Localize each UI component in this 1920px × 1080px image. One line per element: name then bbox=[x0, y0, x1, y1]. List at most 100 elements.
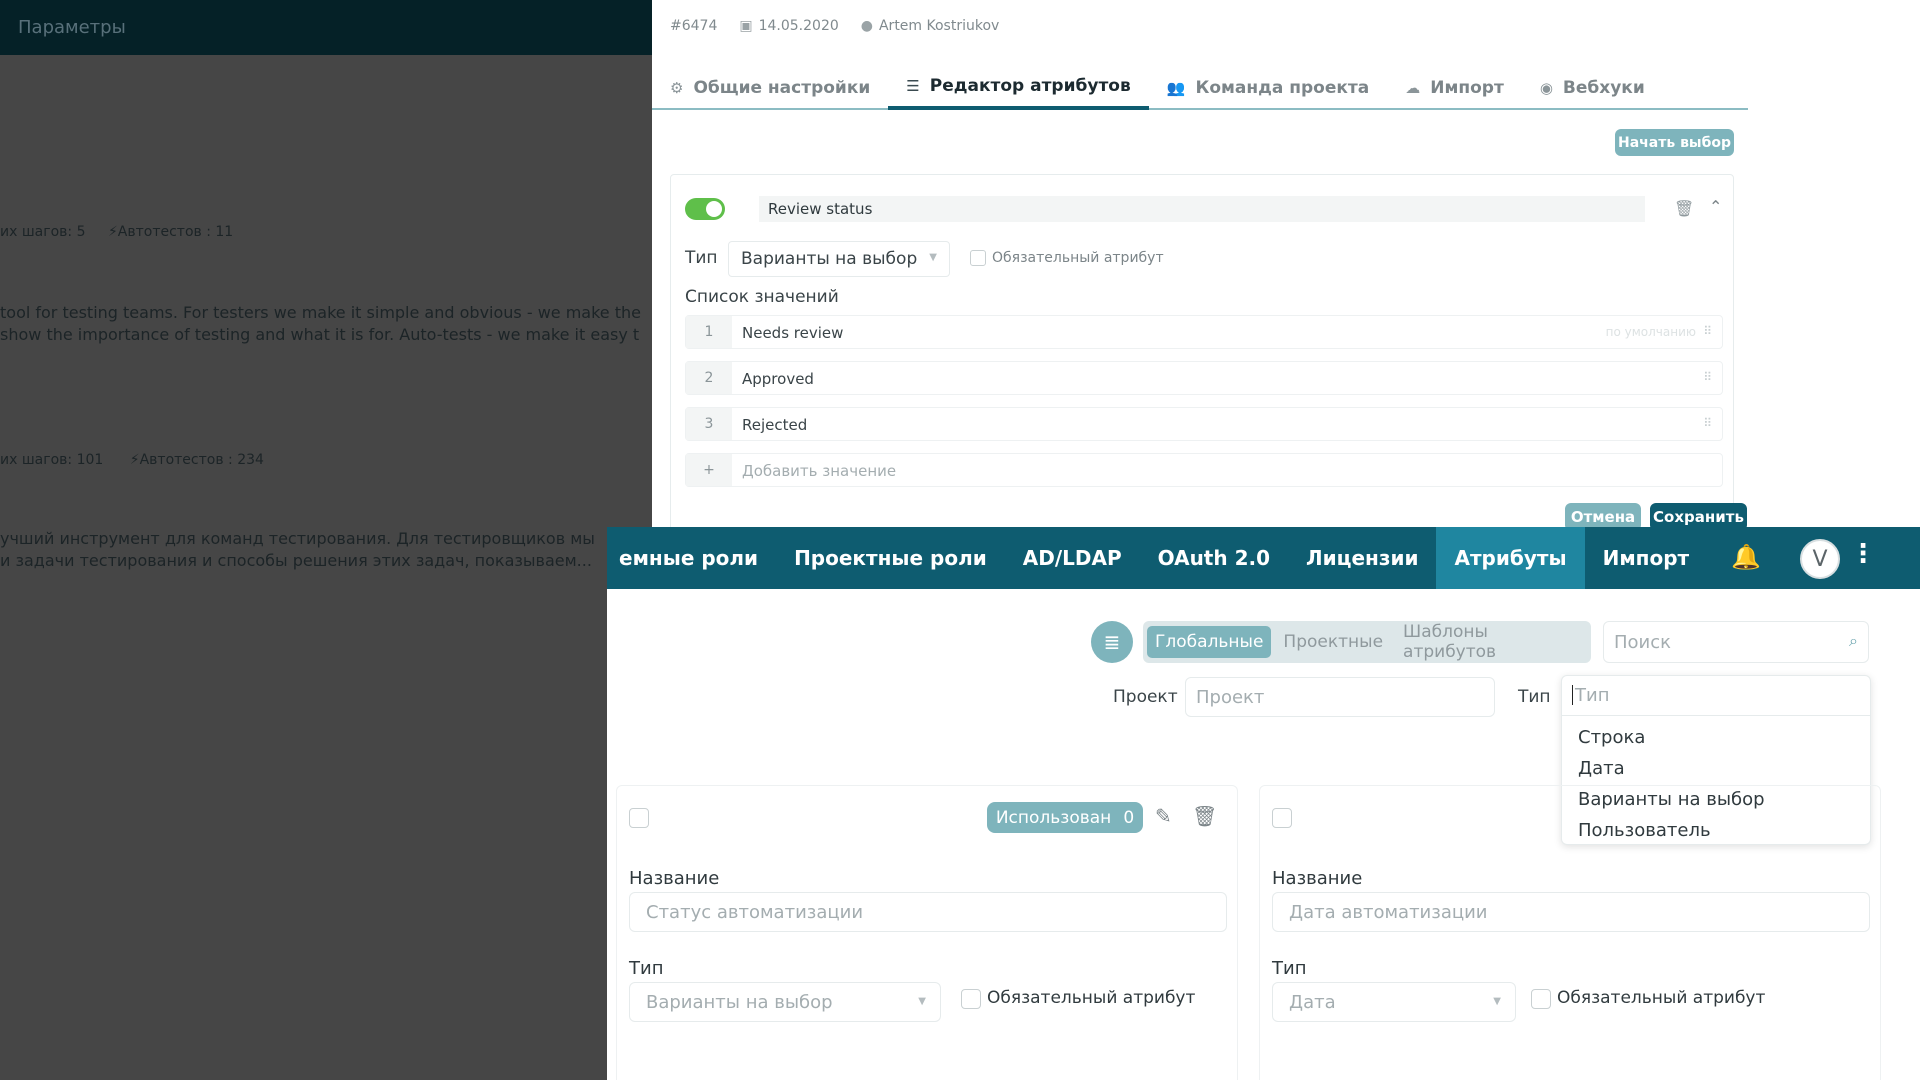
tab-import[interactable]: ☁ Импорт bbox=[1387, 58, 1522, 110]
type-option-string[interactable]: Строка bbox=[1562, 722, 1870, 753]
chevron-up-icon[interactable]: ⌃ bbox=[1709, 197, 1722, 216]
project-1-description-line-2: show the importance of testing and what … bbox=[0, 325, 640, 344]
project-author: Artem Kostriukov bbox=[878, 18, 1000, 34]
edit-icon[interactable]: ✎ bbox=[1155, 804, 1172, 828]
nav-item-attributes[interactable]: Атрибуты bbox=[1436, 527, 1585, 589]
type-filter-placeholder: Тип bbox=[1575, 685, 1610, 706]
project-2-autotests: Автотестов : 234 bbox=[139, 452, 264, 468]
default-label: по умолчанию bbox=[1605, 325, 1696, 339]
value-number: 1 bbox=[686, 316, 732, 348]
required-checkbox[interactable] bbox=[961, 989, 981, 1009]
project-date: 14.05.2020 bbox=[758, 18, 839, 34]
name-input[interactable]: Дата автоматизации bbox=[1272, 892, 1870, 932]
value-text: Rejected bbox=[742, 416, 808, 434]
nav-item-project-roles[interactable]: Проектные роли bbox=[776, 527, 1005, 589]
nav-item-import[interactable]: Импорт bbox=[1585, 527, 1708, 589]
attribute-name-input[interactable]: Review status bbox=[759, 196, 1645, 222]
filter-list-button[interactable]: ≣ bbox=[1091, 621, 1133, 663]
attribute-card: Название Дата автоматизации Тип Дата ▼ О… bbox=[1259, 785, 1881, 1080]
value-number: 2 bbox=[686, 362, 732, 394]
project-settings-panel: #6474 ▣ 14.05.2020 ● Artem Kostriukov ⚙ Общ… bbox=[652, 0, 1920, 540]
required-checkbox[interactable] bbox=[1531, 989, 1551, 1009]
project-1-description-line-1: tool for testing teams. For testers we m… bbox=[0, 303, 641, 322]
name-label: Название bbox=[629, 868, 720, 889]
plus-icon: + bbox=[686, 454, 732, 486]
type-select[interactable]: Дата ▼ bbox=[1272, 982, 1516, 1022]
attribute-card: Использован 0 ✎ 🗑 Название Статус автома… bbox=[616, 785, 1238, 1080]
values-list-title: Список значений bbox=[685, 287, 839, 307]
segment-project[interactable]: Проектные bbox=[1275, 626, 1391, 658]
add-value-row[interactable]: + Добавить значение bbox=[685, 453, 1723, 487]
team-icon: 👥 bbox=[1166, 79, 1186, 97]
drag-handle-icon[interactable]: ⠿ bbox=[1703, 370, 1712, 384]
chevron-down-icon: ▼ bbox=[918, 996, 926, 1007]
segment-global[interactable]: Глобальные bbox=[1147, 626, 1272, 658]
value-row[interactable]: 2 Approved ⠿ bbox=[685, 361, 1723, 395]
select-checkbox[interactable] bbox=[1272, 808, 1292, 828]
type-option-date[interactable]: Дата bbox=[1562, 753, 1870, 784]
used-count: 0 bbox=[1123, 807, 1135, 828]
name-placeholder: Дата автоматизации bbox=[1289, 902, 1488, 923]
project-1-steps: их шагов: 5 bbox=[0, 224, 86, 240]
drag-handle-icon[interactable]: ⠿ bbox=[1703, 324, 1712, 338]
type-filter-input[interactable]: Тип bbox=[1562, 676, 1870, 716]
attribute-enabled-toggle[interactable] bbox=[685, 198, 725, 220]
start-select-button[interactable]: Начать выбор bbox=[1615, 129, 1734, 156]
required-label: Обязательный атрибут bbox=[992, 250, 1164, 266]
select-checkbox[interactable] bbox=[629, 808, 649, 828]
trash-icon[interactable]: 🗑 bbox=[1192, 804, 1217, 828]
name-label: Название bbox=[1272, 868, 1363, 889]
project-id: #6474 bbox=[670, 18, 718, 34]
chevron-down-icon: ▼ bbox=[929, 252, 937, 263]
trash-icon[interactable]: 🗑 bbox=[1674, 199, 1694, 218]
background-projects-list: Параметры их шагов: 5 ⚡Автотестов : 11 t… bbox=[0, 0, 652, 1080]
project-1-stats: их шагов: 5 ⚡Автотестов : 11 bbox=[0, 224, 233, 240]
type-select-value: Варианты на выбор bbox=[741, 249, 918, 269]
more-vertical-icon[interactable]: ⋮ bbox=[1850, 539, 1876, 569]
admin-nav-bar: емные роли Проектные роли AD/LDAP OAuth … bbox=[607, 527, 1920, 589]
required-checkbox[interactable] bbox=[970, 250, 986, 266]
search-input[interactable]: Поиск ⌕ bbox=[1603, 621, 1869, 663]
project-1-autotests: Автотестов : 11 bbox=[117, 224, 234, 240]
admin-attributes-panel: емные роли Проектные роли AD/LDAP OAuth … bbox=[607, 527, 1920, 1080]
bell-icon[interactable]: 🔔 bbox=[1731, 543, 1761, 571]
type-filter-label: Тип bbox=[1518, 687, 1551, 707]
required-label: Обязательный атрибут bbox=[1557, 988, 1766, 1008]
backdrop-title: Параметры bbox=[18, 17, 126, 38]
name-input[interactable]: Статус автоматизации bbox=[629, 892, 1227, 932]
project-filter-input[interactable]: Проект bbox=[1185, 677, 1495, 717]
type-label: Тип bbox=[685, 248, 718, 268]
value-row[interactable]: 1 Needs review по умолчанию ⠿ bbox=[685, 315, 1723, 349]
type-select-value: Дата bbox=[1289, 992, 1336, 1013]
type-select[interactable]: Варианты на выбор ▼ bbox=[728, 241, 950, 277]
nav-item-licenses[interactable]: Лицензии bbox=[1288, 527, 1436, 589]
drag-handle-icon[interactable]: ⠿ bbox=[1703, 416, 1712, 430]
project-filter-label: Проект bbox=[1113, 687, 1178, 707]
segment-templates[interactable]: Шаблоны атрибутов bbox=[1395, 616, 1587, 668]
value-text: Approved bbox=[742, 370, 814, 388]
tab-attribute-editor[interactable]: ☰ Редактор атрибутов bbox=[888, 58, 1149, 110]
tab-general-settings[interactable]: ⚙ Общие настройки bbox=[652, 58, 888, 110]
nav-item-ad-ldap[interactable]: AD/LDAP bbox=[1005, 527, 1140, 589]
cloud-icon: ☁ bbox=[1405, 79, 1421, 97]
nav-item-system-roles[interactable]: емные роли bbox=[607, 527, 776, 589]
type-select[interactable]: Варианты на выбор ▼ bbox=[629, 982, 941, 1022]
tab-label: Редактор атрибутов bbox=[929, 76, 1131, 96]
value-number: 3 bbox=[686, 408, 732, 440]
project-2-description-line-2: и задачи тестирования и способы решения … bbox=[0, 551, 592, 570]
tab-webhooks[interactable]: ◉ Вебхуки bbox=[1522, 58, 1663, 110]
project-meta: #6474 ▣ 14.05.2020 ● Artem Kostriukov bbox=[670, 18, 999, 34]
admin-nav-items: емные роли Проектные роли AD/LDAP OAuth … bbox=[607, 527, 1707, 589]
type-select-value: Варианты на выбор bbox=[646, 992, 833, 1013]
search-placeholder: Поиск bbox=[1614, 632, 1672, 653]
add-value-label: Добавить значение bbox=[742, 462, 897, 480]
project-2-description-line-1: учший инструмент для команд тестирования… bbox=[0, 529, 595, 548]
broadcast-icon: ◉ bbox=[1539, 79, 1553, 97]
value-row[interactable]: 3 Rejected ⠿ bbox=[685, 407, 1723, 441]
project-tabs: ⚙ Общие настройки ☰ Редактор атрибутов 👥 Ко… bbox=[652, 58, 1748, 110]
avatar[interactable]: V bbox=[1800, 539, 1840, 579]
tab-project-team[interactable]: 👥 Команда проекта bbox=[1149, 58, 1387, 110]
tab-label: Команда проекта bbox=[1195, 78, 1370, 98]
nav-item-oauth[interactable]: OAuth 2.0 bbox=[1140, 527, 1288, 589]
used-label: Использован bbox=[995, 807, 1112, 828]
